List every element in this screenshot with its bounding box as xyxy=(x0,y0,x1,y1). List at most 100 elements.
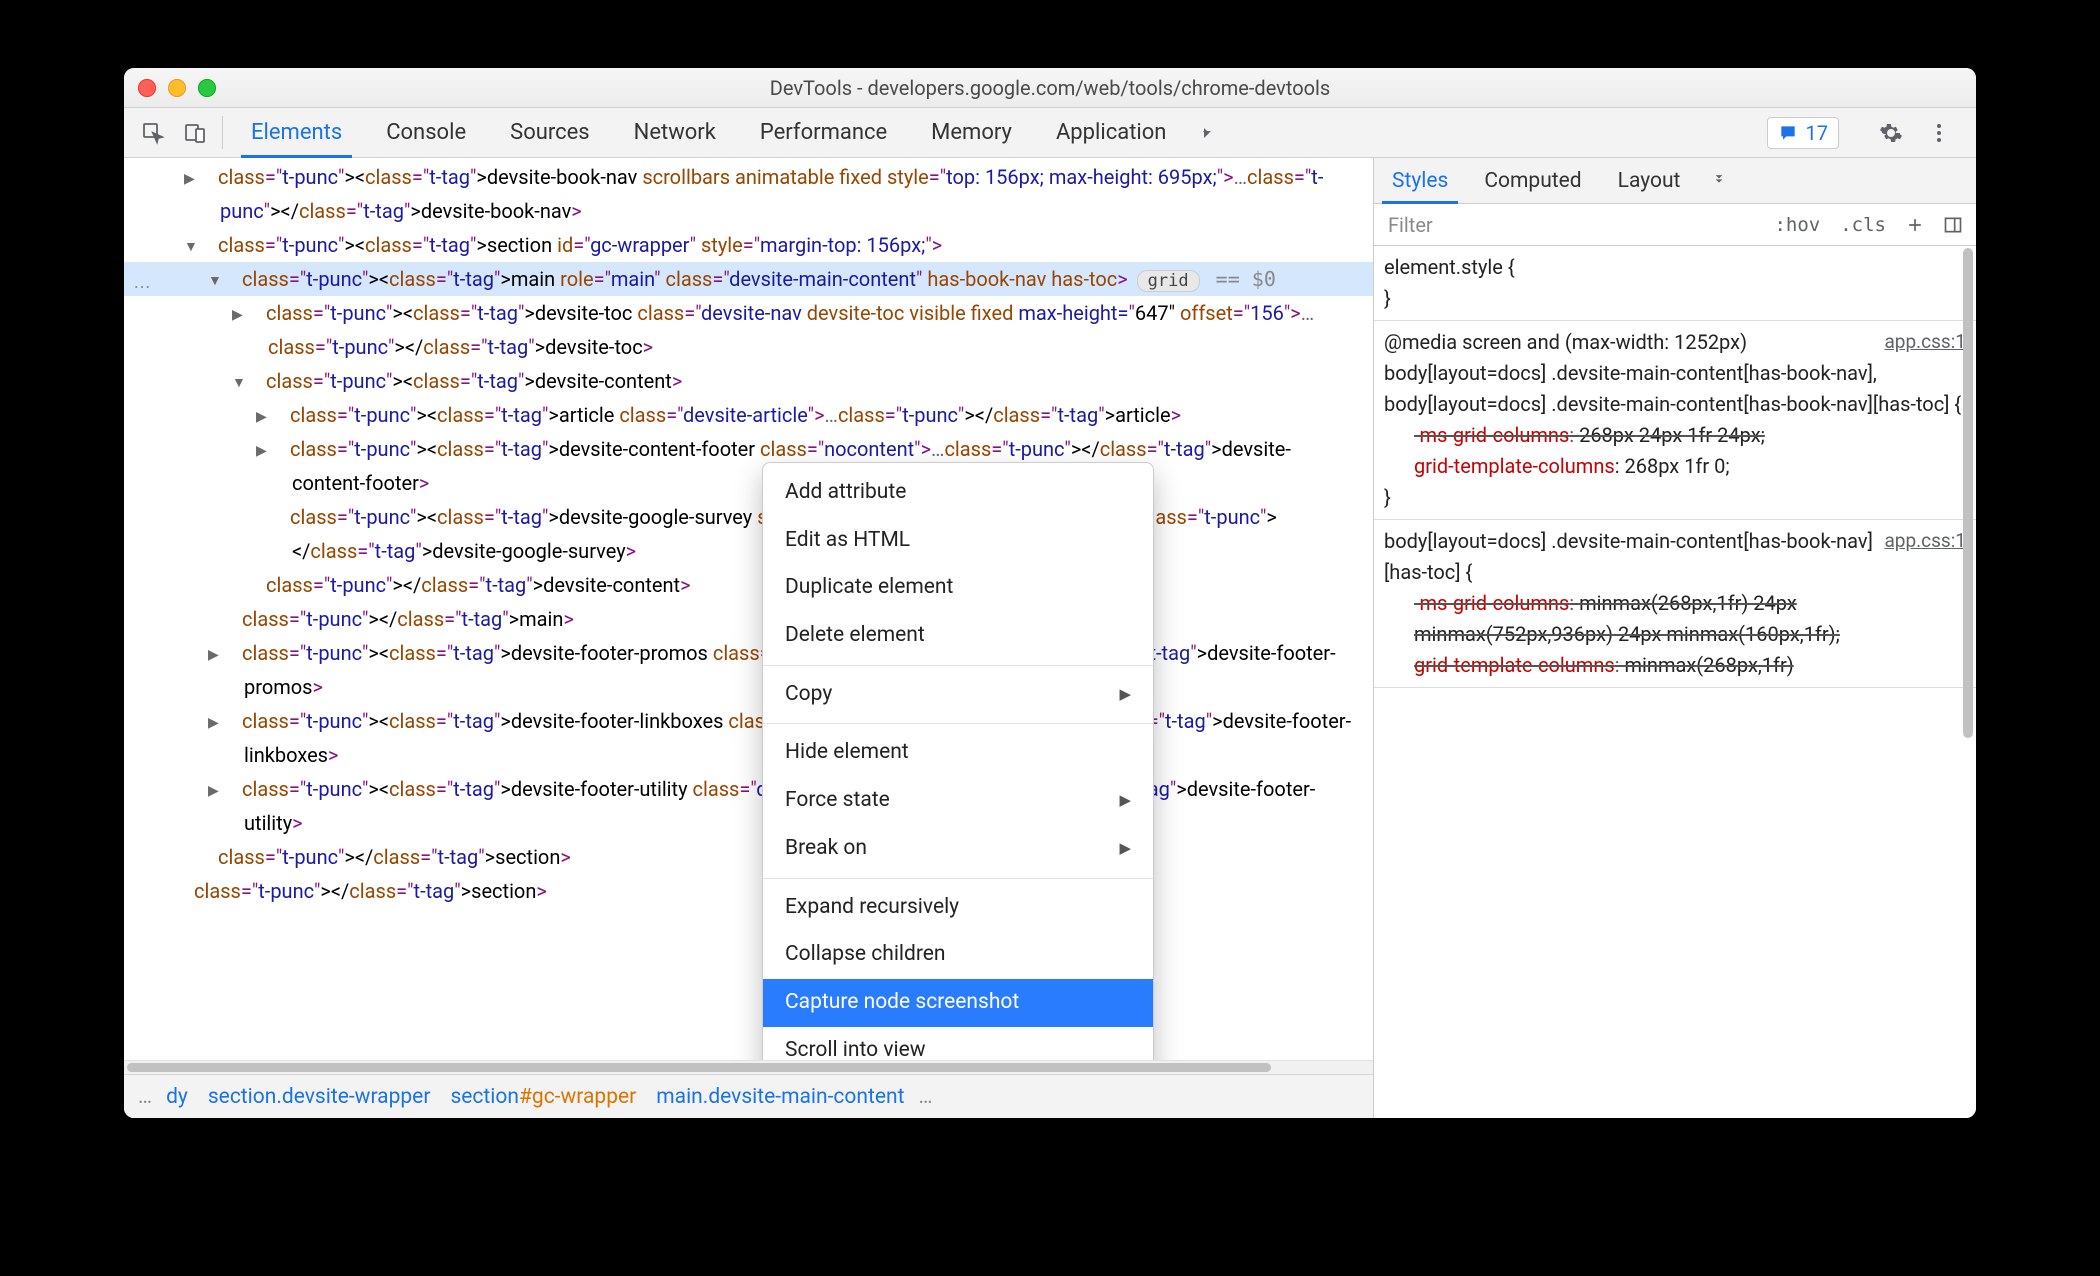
dom-node[interactable]: class="t-punc"></class="t-tag">section> xyxy=(124,874,1373,908)
grid-badge[interactable]: grid xyxy=(1137,270,1200,292)
dom-tree[interactable]: ▶class="t-punc"><class="t-tag">devsite-b… xyxy=(124,158,1373,1060)
more-vertical-icon xyxy=(1927,121,1951,145)
main-tab-sources[interactable]: Sources xyxy=(488,108,612,157)
expand-icon[interactable]: ▶ xyxy=(274,440,288,464)
breadcrumbs: … dy section.devsite-wrapper section#gc-wra… xyxy=(124,1074,1373,1118)
devtools-window: DevTools - developers.google.com/web/too… xyxy=(124,68,1976,1118)
breadcrumb-item[interactable]: dy xyxy=(166,1085,188,1109)
context-menu-label: Copy xyxy=(785,677,832,713)
context-menu-item[interactable]: Break on▶ xyxy=(763,825,1153,873)
context-menu-item[interactable]: Edit as HTML xyxy=(763,517,1153,565)
context-menu-label: Scroll into view xyxy=(785,1033,926,1060)
device-toolbar-button[interactable] xyxy=(174,108,216,157)
style-rule-block[interactable]: app.css:1body[layout=docs] .devsite-main… xyxy=(1374,520,1976,688)
dom-node[interactable]: ▶class="t-punc"><class="t-tag">devsite-f… xyxy=(124,704,1373,772)
main-tab-elements[interactable]: Elements xyxy=(229,108,364,157)
main-tab-network[interactable]: Network xyxy=(612,108,738,157)
settings-button[interactable] xyxy=(1872,121,1910,145)
styles-tab-layout[interactable]: Layout xyxy=(1600,158,1699,203)
source-link[interactable]: app.css:1 xyxy=(1884,327,1966,356)
context-menu-item[interactable]: Copy▶ xyxy=(763,671,1153,719)
style-rule-block[interactable]: element.style {} xyxy=(1374,246,1976,321)
message-icon xyxy=(1778,123,1798,143)
dom-node[interactable]: class="t-punc"><class="t-tag">devsite-go… xyxy=(124,500,1373,568)
breadcrumb-overflow[interactable]: … xyxy=(918,1085,932,1109)
gutter-more-icon[interactable]: ... xyxy=(134,268,151,299)
dom-node[interactable]: ▶class="t-punc"><class="t-tag">devsite-f… xyxy=(124,772,1373,840)
styles-tab-computed[interactable]: Computed xyxy=(1466,158,1599,203)
dom-node[interactable]: ▶class="t-punc"><class="t-tag">devsite-f… xyxy=(124,636,1373,704)
vertical-scrollbar[interactable] xyxy=(1963,248,1973,768)
new-style-rule-button[interactable] xyxy=(1900,215,1930,235)
dom-node[interactable]: ▼class="t-punc"><class="t-tag">section i… xyxy=(124,228,1373,262)
breadcrumb-item[interactable]: section.devsite-wrapper xyxy=(208,1085,431,1109)
expand-icon[interactable]: ▶ xyxy=(202,168,216,192)
styles-tabs: StylesComputedLayout xyxy=(1374,158,1976,204)
toggle-hover-button[interactable]: :hov xyxy=(1768,211,1826,239)
context-menu-item[interactable]: Capture node screenshot xyxy=(763,979,1153,1027)
dom-node[interactable]: class="t-punc"></class="t-tag">main> xyxy=(124,602,1373,636)
dom-node[interactable]: ▶class="t-punc"><class="t-tag">devsite-t… xyxy=(124,296,1373,364)
context-menu-item[interactable]: Expand recursively xyxy=(763,884,1153,932)
inspect-element-button[interactable] xyxy=(132,108,174,157)
main-tabs: ElementsConsoleSourcesNetworkPerformance… xyxy=(229,108,1188,157)
panel-icon xyxy=(1943,215,1963,235)
context-menu-item[interactable]: Add attribute xyxy=(763,469,1153,517)
context-menu-item[interactable]: Force state▶ xyxy=(763,777,1153,825)
styles-body[interactable]: element.style {}app.css:1@media screen a… xyxy=(1374,246,1976,1118)
context-menu-label: Edit as HTML xyxy=(785,523,910,559)
context-menu-label: Duplicate element xyxy=(785,570,953,606)
breadcrumb-item[interactable]: section#gc-wrapper xyxy=(450,1085,636,1109)
dom-node[interactable]: ▼class="t-punc"><class="t-tag">devsite-c… xyxy=(124,364,1373,398)
main-tab-console[interactable]: Console xyxy=(364,108,488,157)
context-menu-item[interactable]: Scroll into view xyxy=(763,1027,1153,1060)
horizontal-scrollbar[interactable] xyxy=(124,1060,1373,1074)
console-errors-badge[interactable]: 17 xyxy=(1767,117,1839,149)
dom-node[interactable]: class="t-punc"></class="t-tag">section> xyxy=(124,840,1373,874)
context-menu-item[interactable]: Duplicate element xyxy=(763,564,1153,612)
main-tab-memory[interactable]: Memory xyxy=(909,108,1034,157)
context-menu-item[interactable]: Delete element xyxy=(763,612,1153,660)
expand-icon[interactable]: ▶ xyxy=(226,712,240,736)
style-rule-block[interactable]: app.css:1@media screen and (max-width: 1… xyxy=(1374,321,1976,520)
dom-node[interactable]: ...▼class="t-punc"><class="t-tag">main r… xyxy=(124,262,1373,296)
gear-icon xyxy=(1879,121,1903,145)
submenu-arrow-icon: ▶ xyxy=(1119,788,1131,814)
expand-icon[interactable]: ▶ xyxy=(226,780,240,804)
scrollbar-thumb[interactable] xyxy=(1963,248,1973,738)
titlebar: DevTools - developers.google.com/web/too… xyxy=(124,68,1976,108)
toggle-computed-sidebar-button[interactable] xyxy=(1938,215,1968,235)
toolbar-right: 17 xyxy=(1767,108,1968,157)
context-menu-separator xyxy=(763,878,1153,879)
styles-tab-styles[interactable]: Styles xyxy=(1374,158,1466,203)
collapse-icon[interactable]: ▼ xyxy=(226,270,240,294)
more-options-button[interactable] xyxy=(1920,121,1958,145)
dom-node[interactable]: ▶class="t-punc"><class="t-tag">devsite-c… xyxy=(124,432,1373,500)
context-menu-label: Break on xyxy=(785,831,867,867)
styles-filter-input[interactable] xyxy=(1382,209,1760,241)
context-menu-label: Collapse children xyxy=(785,937,946,973)
dom-node[interactable]: ▶class="t-punc"><class="t-tag">devsite-b… xyxy=(124,160,1373,228)
toggle-classes-button[interactable]: .cls xyxy=(1834,211,1892,239)
plus-icon xyxy=(1905,215,1925,235)
elements-panel: ▶class="t-punc"><class="t-tag">devsite-b… xyxy=(124,158,1374,1118)
context-menu-item[interactable]: Hide element xyxy=(763,729,1153,777)
breadcrumb-item[interactable]: main.devsite-main-content xyxy=(656,1085,904,1109)
expand-icon[interactable]: ▶ xyxy=(274,406,288,430)
source-link[interactable]: app.css:1 xyxy=(1884,526,1966,555)
context-menu-separator xyxy=(763,723,1153,724)
expand-icon[interactable]: ▶ xyxy=(226,644,240,668)
dom-node[interactable]: ▶class="t-punc"><class="t-tag">article c… xyxy=(124,398,1373,432)
collapse-icon[interactable]: ▼ xyxy=(202,236,216,260)
main-tab-application[interactable]: Application xyxy=(1034,108,1188,157)
scrollbar-thumb[interactable] xyxy=(127,1063,1271,1072)
context-menu-label: Delete element xyxy=(785,618,925,654)
styles-tabs-overflow-button[interactable] xyxy=(1698,158,1740,203)
context-menu-item[interactable]: Collapse children xyxy=(763,931,1153,979)
breadcrumb-overflow[interactable]: … xyxy=(138,1085,152,1109)
tabs-overflow-button[interactable] xyxy=(1188,108,1226,157)
collapse-icon[interactable]: ▼ xyxy=(250,372,264,396)
expand-icon[interactable]: ▶ xyxy=(250,304,264,328)
main-tab-performance[interactable]: Performance xyxy=(738,108,909,157)
dom-node[interactable]: class="t-punc"></class="t-tag">devsite-c… xyxy=(124,568,1373,602)
